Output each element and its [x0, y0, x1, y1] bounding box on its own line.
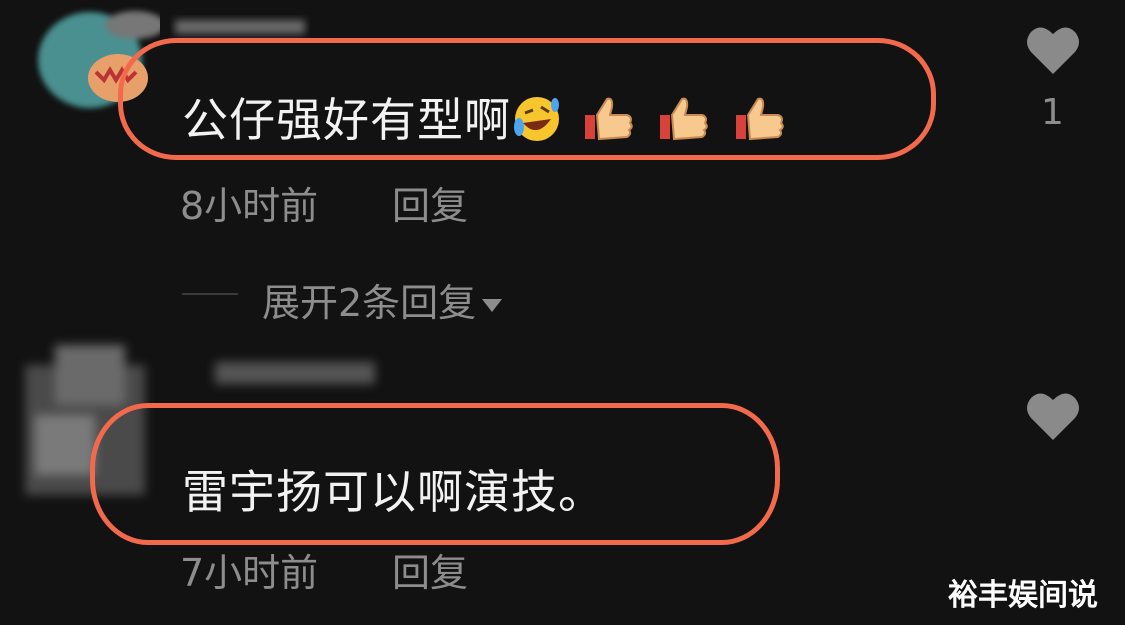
rofl-icon: [511, 93, 563, 154]
thumbs-up-icon: [654, 93, 714, 154]
caret-down-icon: [482, 299, 503, 312]
like-heart-icon[interactable]: [1025, 24, 1081, 76]
comment-time: 7小时前: [180, 551, 319, 595]
reply-button[interactable]: 回复: [392, 175, 468, 230]
watermark: 裕丰娱间说: [948, 578, 1098, 613]
expand-replies-label: 展开2条回复: [262, 281, 477, 325]
like-heart-icon[interactable]: [1025, 390, 1081, 442]
comment-text: 雷宇扬可以啊演技。: [182, 465, 605, 519]
comment-time: 8小时前: [180, 184, 319, 228]
comment-text-content: 公仔强好有型啊: [182, 93, 511, 147]
expand-replies-button[interactable]: 展开2条回复: [262, 272, 503, 327]
thumbs-up-icon: [730, 93, 790, 154]
username-blurred[interactable]: [205, 350, 385, 400]
comment-text: 公仔强好有型啊: [182, 84, 790, 154]
expand-replies-divider: [182, 293, 238, 295]
reply-button[interactable]: 回复: [392, 542, 468, 597]
username-blurred[interactable]: [170, 15, 310, 40]
thumbs-up-icon: [579, 93, 639, 154]
like-count: 1: [1041, 92, 1064, 133]
